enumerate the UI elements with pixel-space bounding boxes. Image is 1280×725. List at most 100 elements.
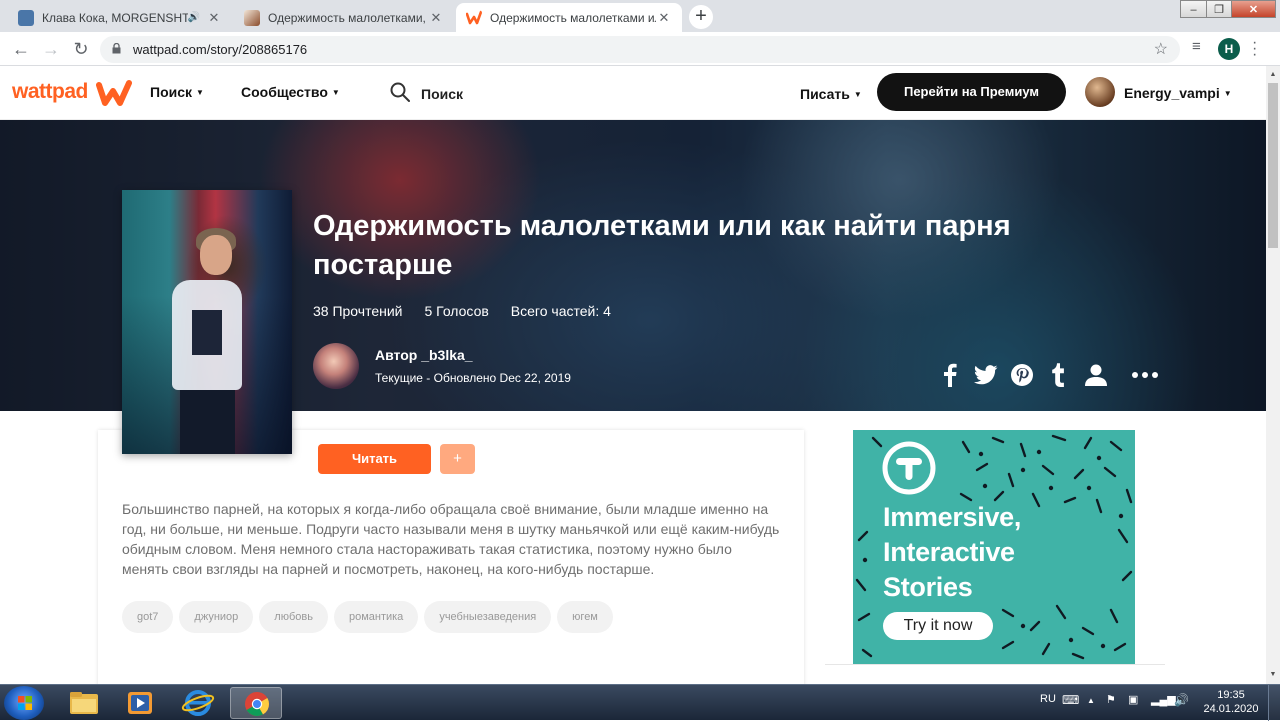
device-icon[interactable]: ▣: [1128, 693, 1138, 706]
write-label: Писать: [800, 86, 850, 102]
reload-button[interactable]: ↻: [70, 38, 92, 60]
tag-romance[interactable]: романтика: [333, 601, 419, 633]
write-dropdown[interactable]: Писать ▼: [800, 86, 862, 102]
close-icon[interactable]: ✕: [428, 10, 444, 26]
ad-try-button[interactable]: Try it now: [883, 612, 993, 640]
internet-explorer-icon: [181, 690, 215, 716]
scroll-up-arrow[interactable]: ▲: [1266, 68, 1280, 82]
windows-taskbar: RU ⌨ ▲ ⚑ ▣ ▂▄▆ 🔊 19:35 24.01.2020: [0, 684, 1280, 721]
wattpad-logo-icon[interactable]: [96, 79, 132, 107]
tab-klava-koka[interactable]: Клава Кока, MORGENSHTERN 🔊 ✕: [8, 3, 232, 32]
browser-menu-icon[interactable]: · · ·: [1252, 35, 1257, 63]
wattpad-logo[interactable]: wattpad: [12, 80, 88, 104]
close-icon[interactable]: ✕: [206, 10, 222, 26]
nav-label: Поиск: [150, 84, 193, 100]
username: Energy_vampi: [1124, 85, 1220, 101]
url-text: wattpad.com/story/208865176: [133, 42, 308, 57]
pinterest-icon[interactable]: [1009, 362, 1035, 388]
story-title: Одержимость малолетками или как найти па…: [313, 210, 1011, 281]
speaker-icon[interactable]: 🔊: [188, 12, 200, 23]
story-status: Текущие - Обновлено Dec 22, 2019: [375, 371, 571, 385]
read-button[interactable]: Читать: [318, 444, 431, 474]
parts-count: Всего частей: 4: [510, 303, 611, 319]
media-player-icon: [128, 692, 152, 714]
cover-figure-print: [192, 310, 222, 355]
tag-list: got7 джуниор любовь романтика учебныезав…: [122, 601, 613, 633]
more-options-icon[interactable]: [1131, 362, 1159, 388]
scrollbar-thumb[interactable]: [1268, 83, 1278, 248]
media-player-taskbar-button[interactable]: [114, 687, 166, 719]
window-close-button[interactable]: ✕: [1231, 0, 1276, 18]
twitter-icon[interactable]: [973, 362, 999, 388]
clock-date: 24.01.2020: [1203, 703, 1259, 715]
nav-community-dropdown[interactable]: Сообщество ▼: [241, 84, 340, 100]
story-cover-image[interactable]: [122, 190, 292, 454]
author-name[interactable]: Автор _b3lka_: [375, 347, 473, 363]
network-icon[interactable]: ▂▄▆: [1151, 693, 1176, 706]
profile-avatar[interactable]: H: [1218, 38, 1240, 60]
folder-icon: [70, 692, 98, 714]
language-indicator[interactable]: RU: [1040, 693, 1056, 705]
nav-search-dropdown[interactable]: Поиск ▼: [150, 84, 204, 100]
browser-toolbar: ← → ↻ wattpad.com/story/208865176 ☆ ≡: [0, 32, 1280, 66]
search-input[interactable]: Поиск: [421, 86, 463, 102]
nav-label: Сообщество: [241, 84, 328, 100]
address-bar[interactable]: wattpad.com/story/208865176 ☆: [100, 36, 1180, 63]
lock-icon: [112, 43, 121, 54]
ad-headline-line3: Stories: [883, 572, 973, 602]
chrome-taskbar-button[interactable]: [230, 687, 282, 719]
tab-wattpad-story[interactable]: Одержимость малолетками или ✕: [456, 3, 682, 32]
advertisement-banner[interactable]: Immersive, Interactive Stories Try it no…: [853, 430, 1135, 664]
vk-icon: [18, 9, 34, 26]
cover-figure-legs: [180, 390, 235, 454]
tab-title: Одержимость малолетками, или: [268, 10, 428, 25]
ad-divider: [825, 664, 1165, 665]
quill-icon: [244, 9, 260, 26]
tab-title: Клава Кока, MORGENSHTERN: [42, 10, 188, 25]
tray-expand-icon[interactable]: ▲: [1087, 696, 1095, 705]
tag-got7[interactable]: got7: [122, 601, 174, 633]
scroll-down-arrow[interactable]: ▼: [1266, 668, 1280, 682]
system-clock[interactable]: 19:35 24.01.2020: [1203, 688, 1259, 716]
clock-time: 19:35: [1217, 689, 1245, 701]
minimize-button[interactable]: –: [1180, 0, 1207, 18]
tab-story-draft[interactable]: Одержимость малолетками, или ✕: [234, 3, 454, 32]
back-button[interactable]: ←: [10, 38, 32, 60]
wattpad-icon: [466, 10, 482, 24]
tumblr-icon[interactable]: [1045, 362, 1071, 388]
author-avatar[interactable]: [313, 343, 359, 389]
ad-headline-line1: Immersive,: [883, 502, 1022, 532]
action-center-flag-icon[interactable]: ⚑: [1106, 693, 1116, 706]
new-tab-button[interactable]: +: [689, 5, 713, 29]
forward-button[interactable]: →: [40, 38, 62, 60]
maximize-button[interactable]: ❐: [1206, 0, 1232, 18]
explorer-taskbar-button[interactable]: [58, 687, 110, 719]
share-profile-icon[interactable]: [1083, 362, 1109, 388]
tag-schools[interactable]: учебныезаведения: [424, 601, 552, 633]
premium-button[interactable]: Перейти на Премиум: [877, 73, 1066, 111]
reading-list-icon[interactable]: ≡: [1192, 38, 1201, 55]
internet-explorer-taskbar-button[interactable]: [172, 687, 224, 719]
user-menu[interactable]: Energy_vampi ▼: [1124, 85, 1232, 101]
tag-love[interactable]: любовь: [259, 601, 328, 633]
facebook-icon[interactable]: [937, 362, 963, 388]
start-button[interactable]: [4, 686, 44, 720]
cover-figure-head: [200, 235, 232, 275]
reads-count: 38 Прочтений: [313, 303, 403, 319]
caret-down-icon: ▼: [331, 88, 340, 97]
chrome-icon: [245, 692, 269, 717]
story-description: Большинство парней, на которых я когда-л…: [122, 501, 780, 577]
bookmark-star-icon[interactable]: ☆: [1154, 39, 1168, 59]
tag-yugyeom[interactable]: югем: [557, 601, 613, 633]
keyboard-icon[interactable]: ⌨: [1062, 693, 1079, 707]
site-header: wattpad Поиск ▼ Сообщество ▼ Поиск Писать ▼…: [0, 66, 1266, 120]
user-avatar[interactable]: [1085, 77, 1115, 107]
tag-junior[interactable]: джуниор: [179, 601, 254, 633]
caret-down-icon: ▼: [196, 88, 204, 97]
show-desktop-button[interactable]: [1268, 685, 1280, 721]
volume-icon[interactable]: 🔊: [1174, 693, 1189, 707]
close-icon[interactable]: ✕: [656, 10, 672, 26]
search-icon[interactable]: [390, 82, 410, 102]
ad-headline-line2: Interactive: [883, 537, 1015, 567]
add-to-library-button[interactable]: +: [440, 444, 475, 474]
